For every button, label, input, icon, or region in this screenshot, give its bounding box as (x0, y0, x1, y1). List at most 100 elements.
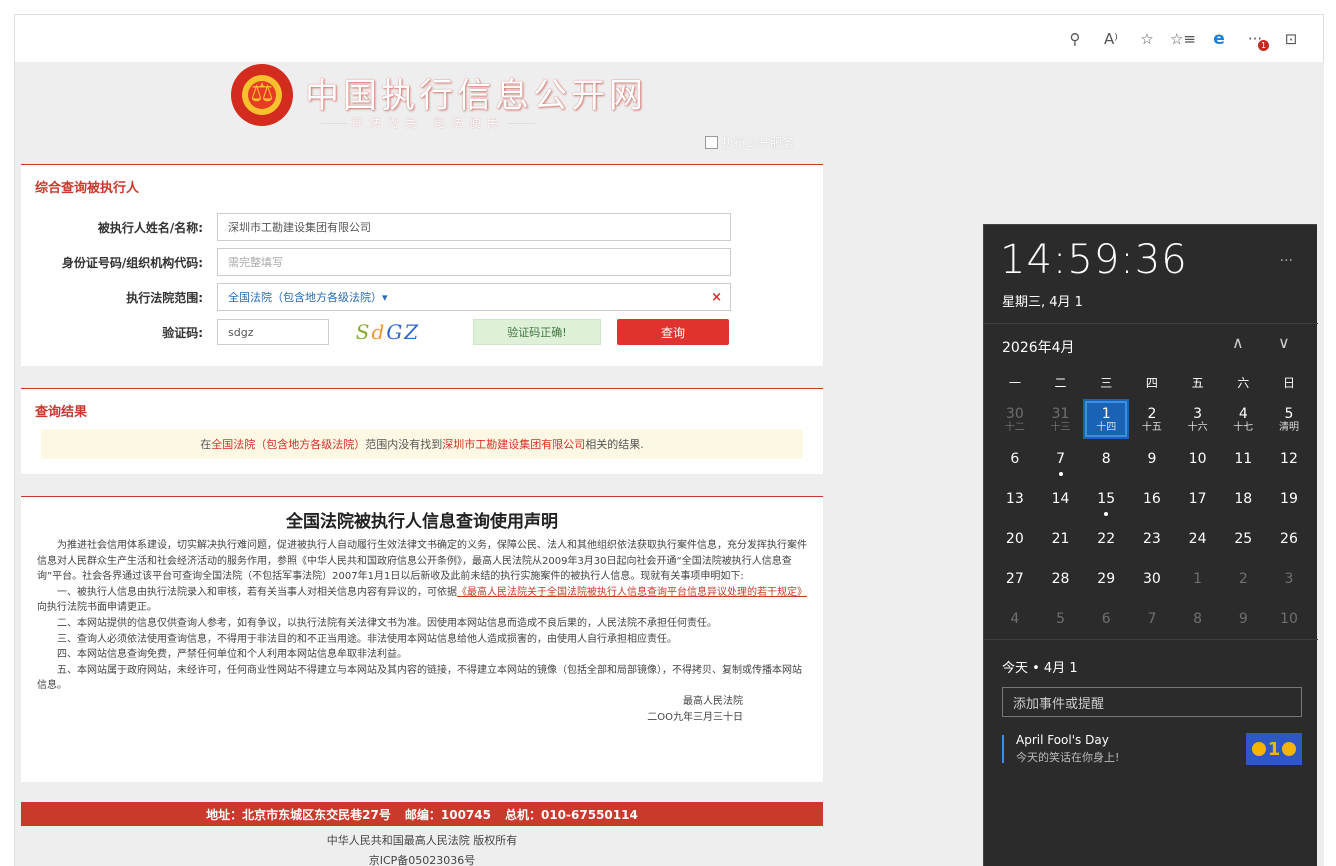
calendar-day[interactable]: 4 (992, 599, 1038, 639)
id-input[interactable]: 需完整填写 (217, 248, 731, 276)
calendar-day[interactable]: 8 (1083, 439, 1129, 479)
calendar-day[interactable]: 13 (992, 479, 1038, 519)
day-number: 3 (1284, 571, 1294, 587)
calendar-day[interactable]: 1 (1175, 559, 1221, 599)
name-input[interactable]: 深圳市工勘建设集团有限公司 (217, 213, 731, 241)
event-item[interactable]: April Fool's Day 今天的笑话在你身上! 1 (1002, 733, 1302, 773)
court-emblem-icon: ⚖ (231, 64, 293, 126)
calendar-day[interactable]: 6 (992, 439, 1038, 479)
footer-icp[interactable]: 京ICP备05023036号 (21, 852, 823, 866)
calendar-day[interactable]: 27 (992, 559, 1038, 599)
calendar-day[interactable]: 31 十三 (1038, 399, 1084, 439)
calendar-day[interactable]: 6 (1083, 599, 1129, 639)
lunar-date: 十五 (1141, 421, 1162, 433)
day-number: 9 (1147, 451, 1157, 467)
calendar-day[interactable]: 22 (1083, 519, 1129, 559)
day-number: 1 (1193, 571, 1203, 587)
site-slogan: 司法为民 司法便民 (317, 114, 539, 131)
calendar-day[interactable]: 30 (1129, 559, 1175, 599)
weekday-header: 五 (1191, 375, 1204, 390)
calendar-day[interactable]: 12 (1266, 439, 1312, 479)
day-number: 16 (1142, 491, 1161, 507)
calendar-day[interactable]: 9 (1220, 599, 1266, 639)
day-number: 12 (1280, 451, 1298, 467)
footer-address: 地址：北京市东城区东交民巷27号 (206, 807, 391, 822)
calendar-day[interactable]: 18 (1220, 479, 1266, 519)
split-screen-icon[interactable]: ⊡ (1273, 25, 1309, 53)
event-image-text: 1 (1267, 738, 1281, 760)
calendar-day[interactable]: 8 (1175, 599, 1221, 639)
calendar-day[interactable]: 14 (1038, 479, 1084, 519)
calendar-day[interactable]: 10 (1266, 599, 1312, 639)
service-link[interactable]: 执行公开服务 (705, 134, 794, 151)
calendar-day[interactable]: 11 (1220, 439, 1266, 479)
calendar-day[interactable]: 5 清明 (1266, 399, 1312, 439)
calendar-day[interactable]: 29 (1083, 559, 1129, 599)
event-image: 1 (1246, 733, 1302, 765)
result-suffix: 相关的结果. (585, 438, 644, 451)
day-number: 27 (1005, 571, 1024, 587)
court-select-value: 全国法院（包含地方各级法院）▾ (228, 291, 388, 304)
weekday-header: 一 (1008, 375, 1021, 390)
day-number: 11 (1234, 451, 1253, 467)
day-number: 21 (1051, 531, 1070, 547)
calendar-day[interactable]: 28 (1038, 559, 1084, 599)
more-icon[interactable]: ··· 1 (1237, 25, 1273, 53)
calendar-day[interactable]: 7 (1129, 599, 1175, 639)
calendar-day[interactable]: 2 十五 (1129, 399, 1175, 439)
weekday-header: 二 (1054, 375, 1067, 390)
calendar-day[interactable]: 3 (1266, 559, 1312, 599)
calendar-day[interactable]: 26 (1266, 519, 1312, 559)
next-month-icon[interactable]: ∨ (1278, 333, 1290, 352)
calendar-day[interactable]: 15 (1083, 479, 1129, 519)
calendar-day[interactable]: 16 (1129, 479, 1175, 519)
day-number: 5 (1056, 611, 1065, 627)
calendar-day[interactable]: 9 (1129, 439, 1175, 479)
court-select[interactable]: 全国法院（包含地方各级法院）▾ × (217, 283, 731, 311)
favorites-icon[interactable]: ☆≡ (1165, 25, 1201, 53)
captcha-input[interactable]: sdgz (217, 319, 329, 345)
captcha-image[interactable]: S d G Z (345, 319, 431, 345)
smiley-icon (1251, 742, 1266, 756)
edge-icon[interactable]: e (1201, 25, 1237, 53)
calendar-day[interactable]: 17 (1175, 479, 1221, 519)
day-number: 2 (1238, 571, 1248, 587)
clear-icon[interactable]: × (711, 290, 722, 305)
add-event-input[interactable]: 添加事件或提醒 (1002, 687, 1302, 717)
name-label: 被执行人姓名/名称: (97, 220, 203, 235)
calendar-day[interactable]: 2 (1220, 559, 1266, 599)
calendar-day[interactable]: 25 (1220, 519, 1266, 559)
calendar-day-today[interactable]: 1 十四 (1083, 399, 1130, 439)
previous-month-icon[interactable]: ∧ (1232, 333, 1244, 352)
calendar-day[interactable]: 7 (1038, 439, 1084, 479)
clock-date[interactable]: 星期三, 4月 1 (1002, 291, 1083, 310)
calendar-day[interactable]: 4 十七 (1220, 399, 1266, 439)
day-number: 23 (1142, 531, 1161, 547)
calendar-day[interactable]: 10 (1175, 439, 1221, 479)
calendar-day[interactable]: 19 (1266, 479, 1312, 519)
more-options-icon[interactable]: ··· (1280, 253, 1293, 269)
calendar-day[interactable]: 3 十六 (1175, 399, 1221, 439)
day-number: 14 (1051, 491, 1070, 507)
regulation-link[interactable]: 《最高人民法院关于全国法院被执行人信息查询平台信息异议处理的若干规定》 (457, 587, 807, 598)
day-number: 22 (1097, 531, 1116, 547)
site-title: 中国执行信息公开网 (305, 76, 647, 116)
favorite-star-icon[interactable]: ☆ (1129, 25, 1165, 53)
calendar-month[interactable]: 2026年4月 (1002, 337, 1075, 357)
query-button[interactable]: 查询 (617, 319, 729, 345)
zoom-icon[interactable]: ⚲ (1057, 25, 1093, 53)
calendar-day[interactable]: 21 (1038, 519, 1084, 559)
notice-paragraph: 二、本网站提供的信息仅供查询人参考，如有争议，以执行法院有关法律文书为准。因使用… (57, 617, 717, 629)
calendar-day[interactable]: 23 (1129, 519, 1175, 559)
calendar-day[interactable]: 24 (1175, 519, 1221, 559)
calendar-day[interactable]: 30 十二 (992, 399, 1038, 439)
clock-time: 14:59:36 (1000, 237, 1188, 283)
event-title: April Fool's Day (1016, 733, 1109, 747)
court-label: 执行法院范围: (126, 290, 203, 305)
calendar-day[interactable]: 20 (992, 519, 1038, 559)
weekday-header: 六 (1237, 375, 1250, 390)
calendar-day[interactable]: 5 (1038, 599, 1084, 639)
lunar-date: 十四 (1096, 421, 1117, 433)
read-aloud-icon[interactable]: A⁾ (1093, 25, 1129, 53)
day-number: 25 (1234, 531, 1253, 547)
